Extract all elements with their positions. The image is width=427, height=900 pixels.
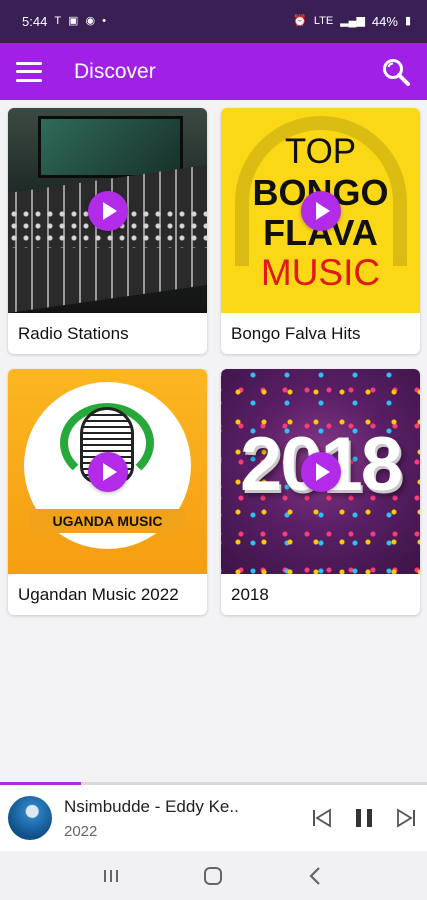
battery-percent: 44%: [371, 14, 398, 29]
art-text-line: TOP: [284, 132, 357, 171]
mini-player[interactable]: Nsimbudde - Eddy Ke.. 2022: [0, 785, 427, 851]
status-right: ⏰ LTE ▂▄▆ 44% ▮: [293, 14, 411, 29]
status-time: 5:44: [22, 14, 48, 29]
category-card-radio-stations[interactable]: Radio Stations: [8, 108, 207, 354]
more-notifications-icon: •: [102, 15, 106, 27]
alarm-icon: ⏰: [293, 15, 307, 27]
status-left: 5:44 T ▣ ◉ •: [22, 14, 106, 29]
2018-thumbnail: 2018: [221, 369, 420, 574]
card-label: Radio Stations: [18, 323, 129, 343]
notification-t-icon: T: [54, 15, 62, 27]
gallery-icon: ▣: [68, 15, 79, 27]
pause-icon[interactable]: [353, 807, 375, 829]
network-type-label: LTE: [313, 15, 334, 27]
category-card-2018[interactable]: 2018 2018: [221, 369, 420, 615]
search-icon[interactable]: [381, 57, 411, 87]
app-bar: Discover: [0, 43, 427, 100]
system-nav-bar: [0, 851, 427, 900]
app-notification-icon: ◉: [85, 15, 96, 27]
skip-previous-icon[interactable]: [311, 807, 333, 829]
category-card-ugandan-music[interactable]: UGANDA MUSIC Ugandan Music 2022: [8, 369, 207, 615]
track-subtitle: 2022: [64, 822, 98, 840]
recent-apps-icon[interactable]: [99, 864, 123, 888]
card-label: Bongo Falva Hits: [231, 323, 361, 343]
card-label: Ugandan Music 2022: [18, 584, 179, 604]
player-controls: [311, 807, 417, 829]
now-playing-info: Nsimbudde - Eddy Ke.. 2022: [64, 797, 301, 840]
home-icon[interactable]: [201, 864, 225, 888]
battery-icon: ▮: [404, 15, 411, 27]
bongo-flava-thumbnail: TOP BONGO FLAVA MUSIC: [221, 108, 420, 313]
ugandan-music-thumbnail: UGANDA MUSIC: [8, 369, 207, 574]
category-grid: Radio Stations TOP BONGO FLAVA MUSIC Bon…: [8, 108, 420, 615]
signal-icon: ▂▄▆: [340, 15, 365, 27]
art-banner-text: UGANDA MUSIC: [30, 509, 185, 533]
card-label: 2018: [231, 584, 269, 604]
album-art: [8, 796, 52, 840]
play-icon[interactable]: [300, 451, 341, 492]
page-title: Discover: [74, 59, 156, 83]
back-icon[interactable]: [304, 864, 328, 888]
track-title: Nsimbudde - Eddy Ke..: [64, 796, 239, 816]
status-bar: 5:44 T ▣ ◉ • ⏰ LTE ▂▄▆ 44% ▮: [0, 0, 427, 43]
art-text-line: MUSIC: [260, 252, 381, 293]
play-icon[interactable]: [87, 190, 128, 231]
category-card-bongo-flava[interactable]: TOP BONGO FLAVA MUSIC Bongo Falva Hits: [221, 108, 420, 354]
skip-next-icon[interactable]: [395, 807, 417, 829]
radio-stations-thumbnail: [8, 108, 207, 313]
play-icon[interactable]: [300, 190, 341, 231]
hamburger-menu-icon[interactable]: [16, 61, 42, 82]
play-icon[interactable]: [87, 451, 128, 492]
